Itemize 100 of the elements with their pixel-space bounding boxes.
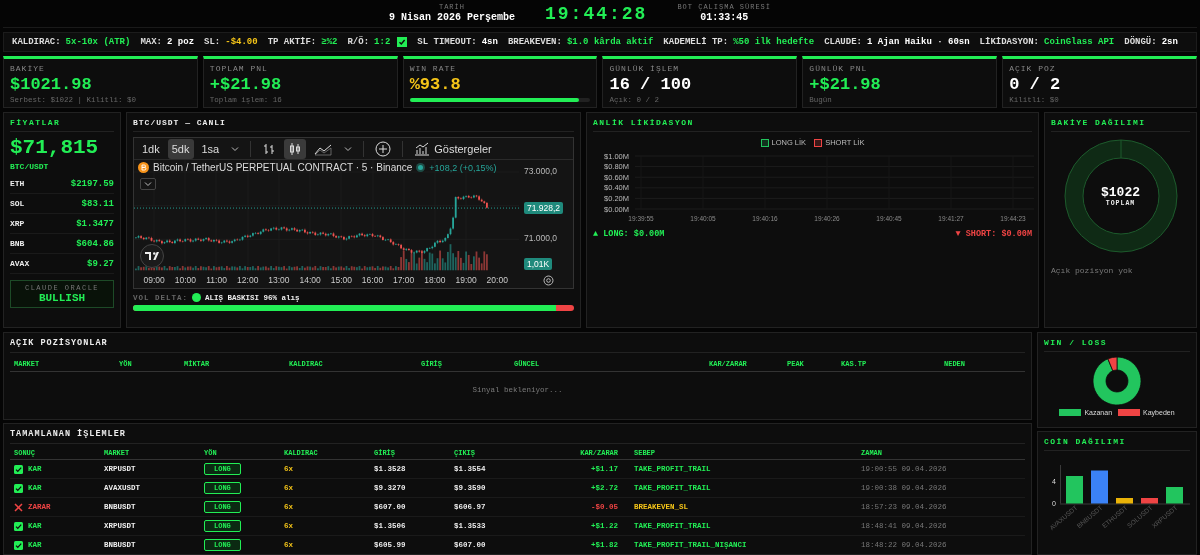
stat-value: 0 / 2 [1009,75,1062,94]
interval-tab[interactable]: 1dk [138,138,164,159]
config-label: CLAUDE: [824,37,862,47]
stat-label: WIN RATE [409,64,458,73]
time-axis-label: 17:00 [392,275,416,285]
status-dot-icon [416,163,426,172]
logo-icon [140,244,164,268]
interval-tab[interactable]: 1sa [197,138,224,159]
config-value: 2sn [1161,37,1178,47]
config-value: 1:2 [374,37,391,47]
symbol-title: Bitcoin / TetherUS PERPETUAL CONTRACT · 5 · Binance [153,162,413,173]
uptime-value: 01:33:45 [700,12,749,24]
chart-style-button[interactable] [284,138,307,159]
coin-price: $1.3477 [76,218,114,229]
price-change: +108,2 (+0,15%) [429,162,497,173]
clock-time: 19:44:28 [545,4,648,24]
plus-circle-icon [375,140,392,157]
oracle-signal: BULLISH [38,292,86,304]
config-value: 1 Ajan Haiku · 60sn [867,37,970,47]
stat-label: GÜNLÜK PNL [809,64,869,73]
indicators-button[interactable]: Göstergeler [410,138,496,159]
config-value: -$4.00 [225,37,258,47]
time-axis-label: 11:00 [205,275,228,285]
candlestick-icon [288,141,303,156]
panel-title: WIN / LOSS [1044,338,1190,352]
config-label: LİKİDASYON: [979,37,1040,47]
config-value: %50 ilk hedefte [733,37,815,47]
time-axis-label: 13:00 [267,275,291,285]
price-axis-label: 71.000,0 [524,233,558,243]
config-label: SL TIMEOUT: [417,37,477,47]
date-text: 9 Nisan 2026 Perşembe [388,12,515,24]
stat-label: AÇIK POZ [1009,64,1057,73]
check-icon [14,521,23,531]
stat-label: GÜNLÜK İŞLEM [609,64,681,73]
settings-icon [543,274,554,286]
price-axis-label: 73.000,0 [524,166,558,176]
chevron-down-icon [144,181,152,187]
status-dot-icon [192,293,201,302]
config-value: CoinGlass API [1044,37,1115,47]
indicator-chart-icon [414,141,431,156]
stat-value: +$21.98 [209,75,283,94]
panel-title: AÇIK POZİSYONLAR [10,338,1025,353]
time-axis-label: 18:00 [423,275,447,285]
last-price-badge: 71.928,2 [524,202,564,214]
panel-title: BTC/USDT — CANLI [133,118,574,132]
coin-icon [138,162,149,173]
coin-symbol: ETH [10,179,25,188]
config-label: KALDIRAC: [12,37,61,47]
config-label: BREAKEVEN: [507,37,562,47]
config-label: KADEMELİ TP: [663,37,729,47]
check-icon [14,483,23,493]
time-axis-label: 09:00 [142,275,166,285]
time-axis-label: 19:00 [454,275,478,285]
coin-symbol: XRP [10,219,25,228]
interval-tab[interactable]: 5dk [167,138,194,159]
panel-title: COİN DAĞILIMI [1044,437,1190,451]
check-icon [14,540,23,550]
empty-state-text: Açık pozisyon yok [1051,266,1134,275]
bar-chart-icon [262,141,277,156]
panel-title: FİYATLAR [10,118,114,132]
cross-icon [14,502,23,512]
chevron-down-icon [344,145,353,152]
collapse-button[interactable] [140,178,156,190]
coin-price: $604.86 [76,238,114,249]
stat-value: 16 / 100 [609,75,693,94]
config-value: 2 poz [167,37,195,47]
stat-value: $1021.98 [10,75,93,94]
btc-price: $71,815 [10,136,100,160]
config-value: 4sn [481,37,498,47]
coin-symbol: SOL [10,199,25,208]
config-label: DÖNGÜ: [1124,37,1157,47]
short-total: ▼ SHORT: $0.00M [955,229,1032,239]
pair-label: BTC/USDT [10,162,50,171]
config-label: R/Ö: [347,37,370,47]
coin-price: $2197.59 [70,178,114,189]
config-value: ≥%2 [321,37,338,47]
y-axis [1060,465,1061,504]
coin-symbol: BNB [10,239,25,248]
config-value: 5x-10x (ATR) [65,37,131,47]
coin-symbol: AVAX [10,259,30,268]
config-value: $1.0 kârda aktif [566,37,654,47]
config-label: SL: [204,37,221,47]
config-label: MAX: [140,37,163,47]
time-axis-label: 10:00 [173,275,197,285]
time-axis-label: 15:00 [329,275,353,285]
volume-badge: 1,01K [524,258,553,270]
stat-value: +$21.98 [809,75,882,94]
time-axis-label: 16:00 [360,275,385,285]
long-total: ▲ LONG: $0.00M [593,229,665,239]
panel-title: BAKİYE DAĞILIMI [1051,118,1190,132]
panel-title: ANLİK LİKİDASYON [593,118,1032,132]
coin-price: $83.11 [81,198,114,209]
checkbox[interactable] [397,37,408,47]
coin-price: $9.27 [87,258,114,269]
stat-value: %93.8 [409,75,462,94]
chevron-down-icon [231,145,240,152]
time-axis-label: 12:00 [236,275,260,285]
check-icon [14,464,23,474]
time-axis-label: 14:00 [298,275,322,285]
panel-title: TAMAMLANAN İŞLEMLER [10,429,1025,444]
